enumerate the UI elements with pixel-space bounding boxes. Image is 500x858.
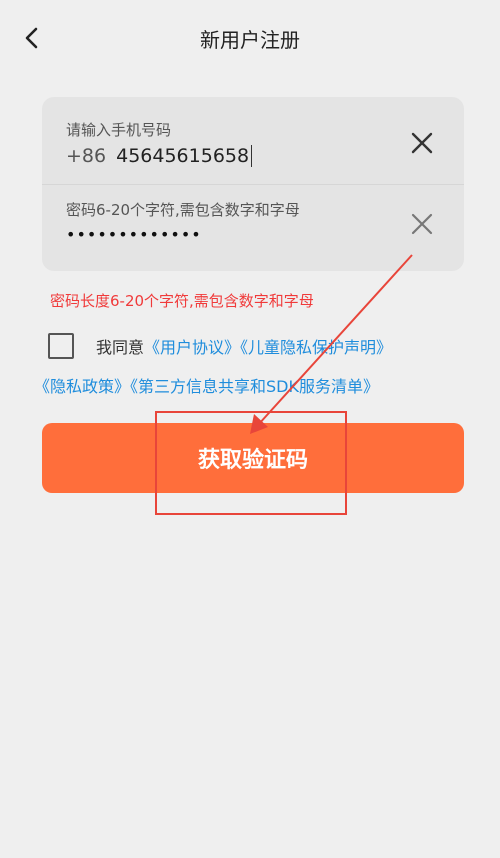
agreement-prefix: 我同意 bbox=[96, 338, 145, 357]
phone-field[interactable]: 请输入手机号码 +86 45645615658 bbox=[42, 97, 464, 184]
third-party-sdk-link[interactable]: 《第三方信息共享和SDK服务清单》 bbox=[130, 377, 379, 396]
agreement-text: 我同意《用户协议》《儿童隐私保护声明》 bbox=[96, 334, 392, 358]
agreement-checkbox[interactable] bbox=[48, 333, 74, 359]
privacy-policy-link[interactable]: 《隐私政策》 bbox=[34, 377, 130, 396]
register-page: 新用户注册 请输入手机号码 +86 45645615658 密码6-20个字符,… bbox=[0, 0, 500, 858]
close-icon bbox=[411, 213, 433, 235]
agreement-row-2: 《隐私政策》《第三方信息共享和SDK服务清单》 bbox=[34, 373, 379, 397]
phone-input[interactable]: +86 45645615658 bbox=[66, 143, 253, 169]
phone-number: 45645615658 bbox=[116, 145, 250, 167]
form-card: 请输入手机号码 +86 45645615658 密码6-20个字符,需包含数字和… bbox=[42, 97, 464, 271]
clear-password-button[interactable] bbox=[402, 204, 442, 244]
password-field[interactable]: 密码6-20个字符,需包含数字和字母 ••••••••••••• bbox=[42, 184, 464, 271]
error-message: 密码长度6-20个字符,需包含数字和字母 bbox=[50, 292, 314, 310]
password-input[interactable]: ••••••••••••• bbox=[66, 225, 386, 245]
user-agreement-link[interactable]: 《用户协议》 bbox=[144, 338, 240, 357]
close-icon bbox=[411, 132, 433, 154]
header-bar: 新用户注册 bbox=[0, 0, 500, 76]
get-verification-code-button[interactable]: 获取验证码 bbox=[42, 423, 464, 493]
agreement-row: 我同意《用户协议》《儿童隐私保护声明》 bbox=[48, 332, 392, 360]
clear-phone-button[interactable] bbox=[402, 123, 442, 163]
page-title: 新用户注册 bbox=[200, 28, 300, 52]
text-caret bbox=[251, 145, 253, 167]
country-code: +86 bbox=[66, 145, 107, 167]
password-hint: 密码6-20个字符,需包含数字和字母 bbox=[66, 201, 300, 219]
child-privacy-link[interactable]: 《儿童隐私保护声明》 bbox=[240, 338, 392, 357]
phone-label: 请输入手机号码 bbox=[66, 121, 172, 139]
